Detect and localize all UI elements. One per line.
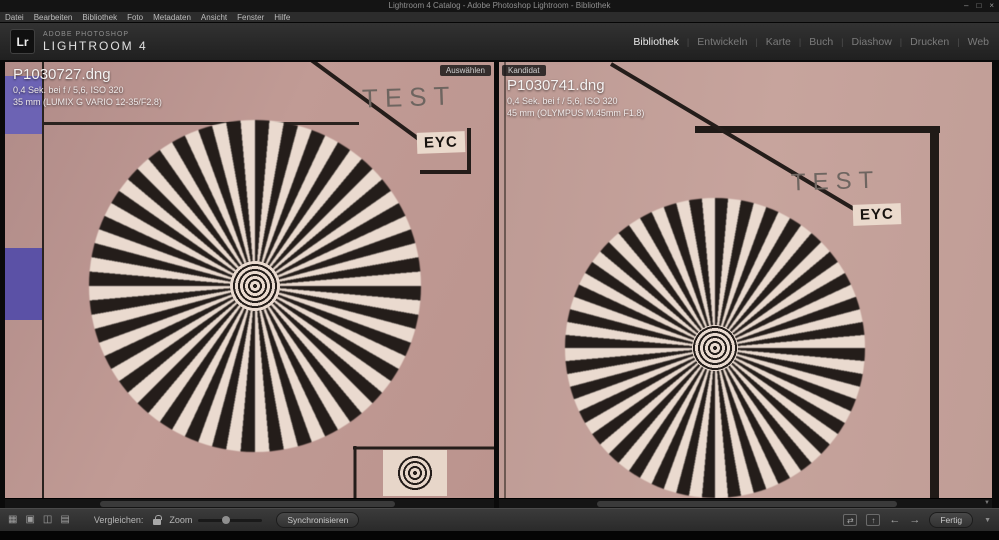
menu-item-bibliothek[interactable]: Bibliothek bbox=[82, 13, 117, 22]
next-photo-icon[interactable]: → bbox=[909, 514, 920, 526]
candidate-photo[interactable]: TEST EYC Kandidat P1030741.dng 0,4 Sek. … bbox=[499, 62, 992, 498]
star-center-rings bbox=[692, 325, 738, 371]
make-select-icon[interactable]: ↑ bbox=[866, 514, 881, 526]
chart-frame-line bbox=[504, 62, 506, 498]
zoom-slider-knob[interactable] bbox=[222, 515, 231, 524]
menu-item-hilfe[interactable]: Hilfe bbox=[274, 13, 290, 22]
maximize-icon[interactable]: □ bbox=[976, 0, 981, 12]
select-badge: Auswählen bbox=[439, 65, 491, 76]
module-drucken[interactable]: Drucken bbox=[892, 36, 949, 48]
window-bottom-edge bbox=[0, 531, 999, 540]
brand-bottom: LIGHTROOM 4 bbox=[43, 38, 148, 53]
chart-eyc-label: EYC bbox=[416, 131, 466, 154]
filename: P1030741.dng bbox=[507, 77, 605, 94]
chart-test-text: TEST bbox=[790, 166, 881, 197]
candidate-pane: TEST EYC Kandidat P1030741.dng 0,4 Sek. … bbox=[499, 62, 992, 508]
done-button[interactable]: Fertig bbox=[929, 512, 974, 528]
chart-test-text: TEST bbox=[361, 80, 457, 114]
module-karte[interactable]: Karte bbox=[747, 36, 791, 48]
chart-bullseye-box bbox=[383, 450, 447, 496]
candidate-badge: Kandidat bbox=[502, 65, 546, 76]
menu-item-foto[interactable]: Foto bbox=[127, 13, 143, 22]
menu-item-metadaten[interactable]: Metadaten bbox=[153, 13, 191, 22]
zoom-slider[interactable] bbox=[198, 515, 263, 524]
window-titlebar: Lightroom 4 Catalog - Adobe Photoshop Li… bbox=[0, 0, 999, 12]
header-bar: Lr ADOBE PHOTOSHOP LIGHTROOM 4 Bibliothe… bbox=[0, 23, 999, 60]
menu-item-ansicht[interactable]: Ansicht bbox=[201, 13, 227, 22]
menu-item-fenster[interactable]: Fenster bbox=[237, 13, 264, 22]
grid-view-icon[interactable]: ▦ bbox=[8, 515, 17, 525]
lightroom-window: Lightroom 4 Catalog - Adobe Photoshop Li… bbox=[0, 0, 999, 540]
lens-info: 45 mm (OLYMPUS M.45mm F1.8) bbox=[507, 108, 645, 118]
window-title: Lightroom 4 Catalog - Adobe Photoshop Li… bbox=[388, 1, 611, 10]
star-center-rings bbox=[230, 261, 280, 311]
chart-eyc-label: EYC bbox=[852, 203, 902, 226]
select-horizontal-scrollbar[interactable] bbox=[5, 498, 494, 508]
scrollbar-thumb[interactable] bbox=[597, 501, 897, 507]
minimize-icon[interactable]: – bbox=[964, 0, 968, 12]
view-mode-group: ▦ ▣ ◫ ▤ bbox=[8, 515, 70, 525]
exposure-info: 0,4 Sek. bei f / 5,6, ISO 320 bbox=[507, 96, 618, 106]
scrollbar-thumb[interactable] bbox=[100, 501, 395, 507]
previous-photo-icon[interactable]: ← bbox=[889, 514, 900, 526]
sync-button[interactable]: Synchronisieren bbox=[276, 512, 360, 528]
swap-icon[interactable]: ⇄ bbox=[843, 514, 858, 526]
close-icon[interactable]: × bbox=[989, 0, 994, 12]
menu-item-bearbeiten[interactable]: Bearbeiten bbox=[34, 13, 73, 22]
module-entwickeln[interactable]: Entwickeln bbox=[679, 36, 747, 48]
select-pane: TEST EYC P1030727.dng 0,4 Sek. bei f / 5… bbox=[5, 62, 494, 508]
module-diashow[interactable]: Diashow bbox=[833, 36, 892, 48]
identity-plate: ADOBE PHOTOSHOP LIGHTROOM 4 bbox=[43, 31, 148, 53]
toolbar-right-group: ⇄ ↑ ← → Fertig ▼ bbox=[843, 512, 991, 528]
photo-info-overlay: P1030727.dng 0,4 Sek. bei f / 5,6, ISO 3… bbox=[13, 66, 162, 107]
survey-view-icon[interactable]: ▤ bbox=[60, 515, 69, 525]
brand-top: ADOBE PHOTOSHOP bbox=[43, 30, 130, 38]
chart-frame-line bbox=[42, 62, 44, 498]
filename: P1030727.dng bbox=[13, 66, 111, 83]
module-web[interactable]: Web bbox=[949, 36, 989, 48]
bullseye-target bbox=[397, 455, 433, 491]
chart-purple-patch bbox=[5, 248, 42, 320]
candidate-horizontal-scrollbar[interactable]: ▼ bbox=[499, 498, 992, 508]
photo-info-overlay: P1030741.dng 0,4 Sek. bei f / 5,6, ISO 3… bbox=[507, 77, 644, 118]
window-controls: – □ × bbox=[964, 0, 994, 12]
chart-frame-bar bbox=[695, 126, 940, 133]
compare-label: Vergleichen: bbox=[93, 515, 144, 525]
toolbar: ▦ ▣ ◫ ▤ Vergleichen: Zoom Synchronisiere… bbox=[0, 508, 999, 531]
module-buch[interactable]: Buch bbox=[791, 36, 833, 48]
lightroom-logo: Lr bbox=[10, 29, 35, 54]
loupe-view-icon[interactable]: ▣ bbox=[25, 515, 34, 525]
compare-view: TEST EYC P1030727.dng 0,4 Sek. bei f / 5… bbox=[0, 60, 999, 508]
menu-item-datei[interactable]: Datei bbox=[5, 13, 24, 22]
menubar: Datei Bearbeiten Bibliothek Foto Metadat… bbox=[0, 12, 999, 23]
lens-info: 35 mm (LUMIX G VARIO 12-35/F2.8) bbox=[13, 97, 162, 107]
compare-view-icon[interactable]: ◫ bbox=[43, 515, 52, 525]
module-picker: Bibliothek Entwickeln Karte Buch Diashow… bbox=[633, 36, 989, 48]
scroll-down-icon[interactable]: ▼ bbox=[984, 500, 990, 506]
module-bibliothek[interactable]: Bibliothek bbox=[633, 36, 679, 48]
toolbar-options-chevron-icon[interactable]: ▼ bbox=[984, 517, 991, 524]
zoom-lock-icon[interactable] bbox=[153, 514, 162, 525]
chart-frame-bar bbox=[930, 126, 939, 498]
zoom-label: Zoom bbox=[169, 515, 193, 525]
chart-frame-line bbox=[43, 122, 359, 125]
exposure-info: 0,4 Sek. bei f / 5,6, ISO 320 bbox=[13, 85, 124, 95]
select-photo[interactable]: TEST EYC P1030727.dng 0,4 Sek. bei f / 5… bbox=[5, 62, 494, 498]
